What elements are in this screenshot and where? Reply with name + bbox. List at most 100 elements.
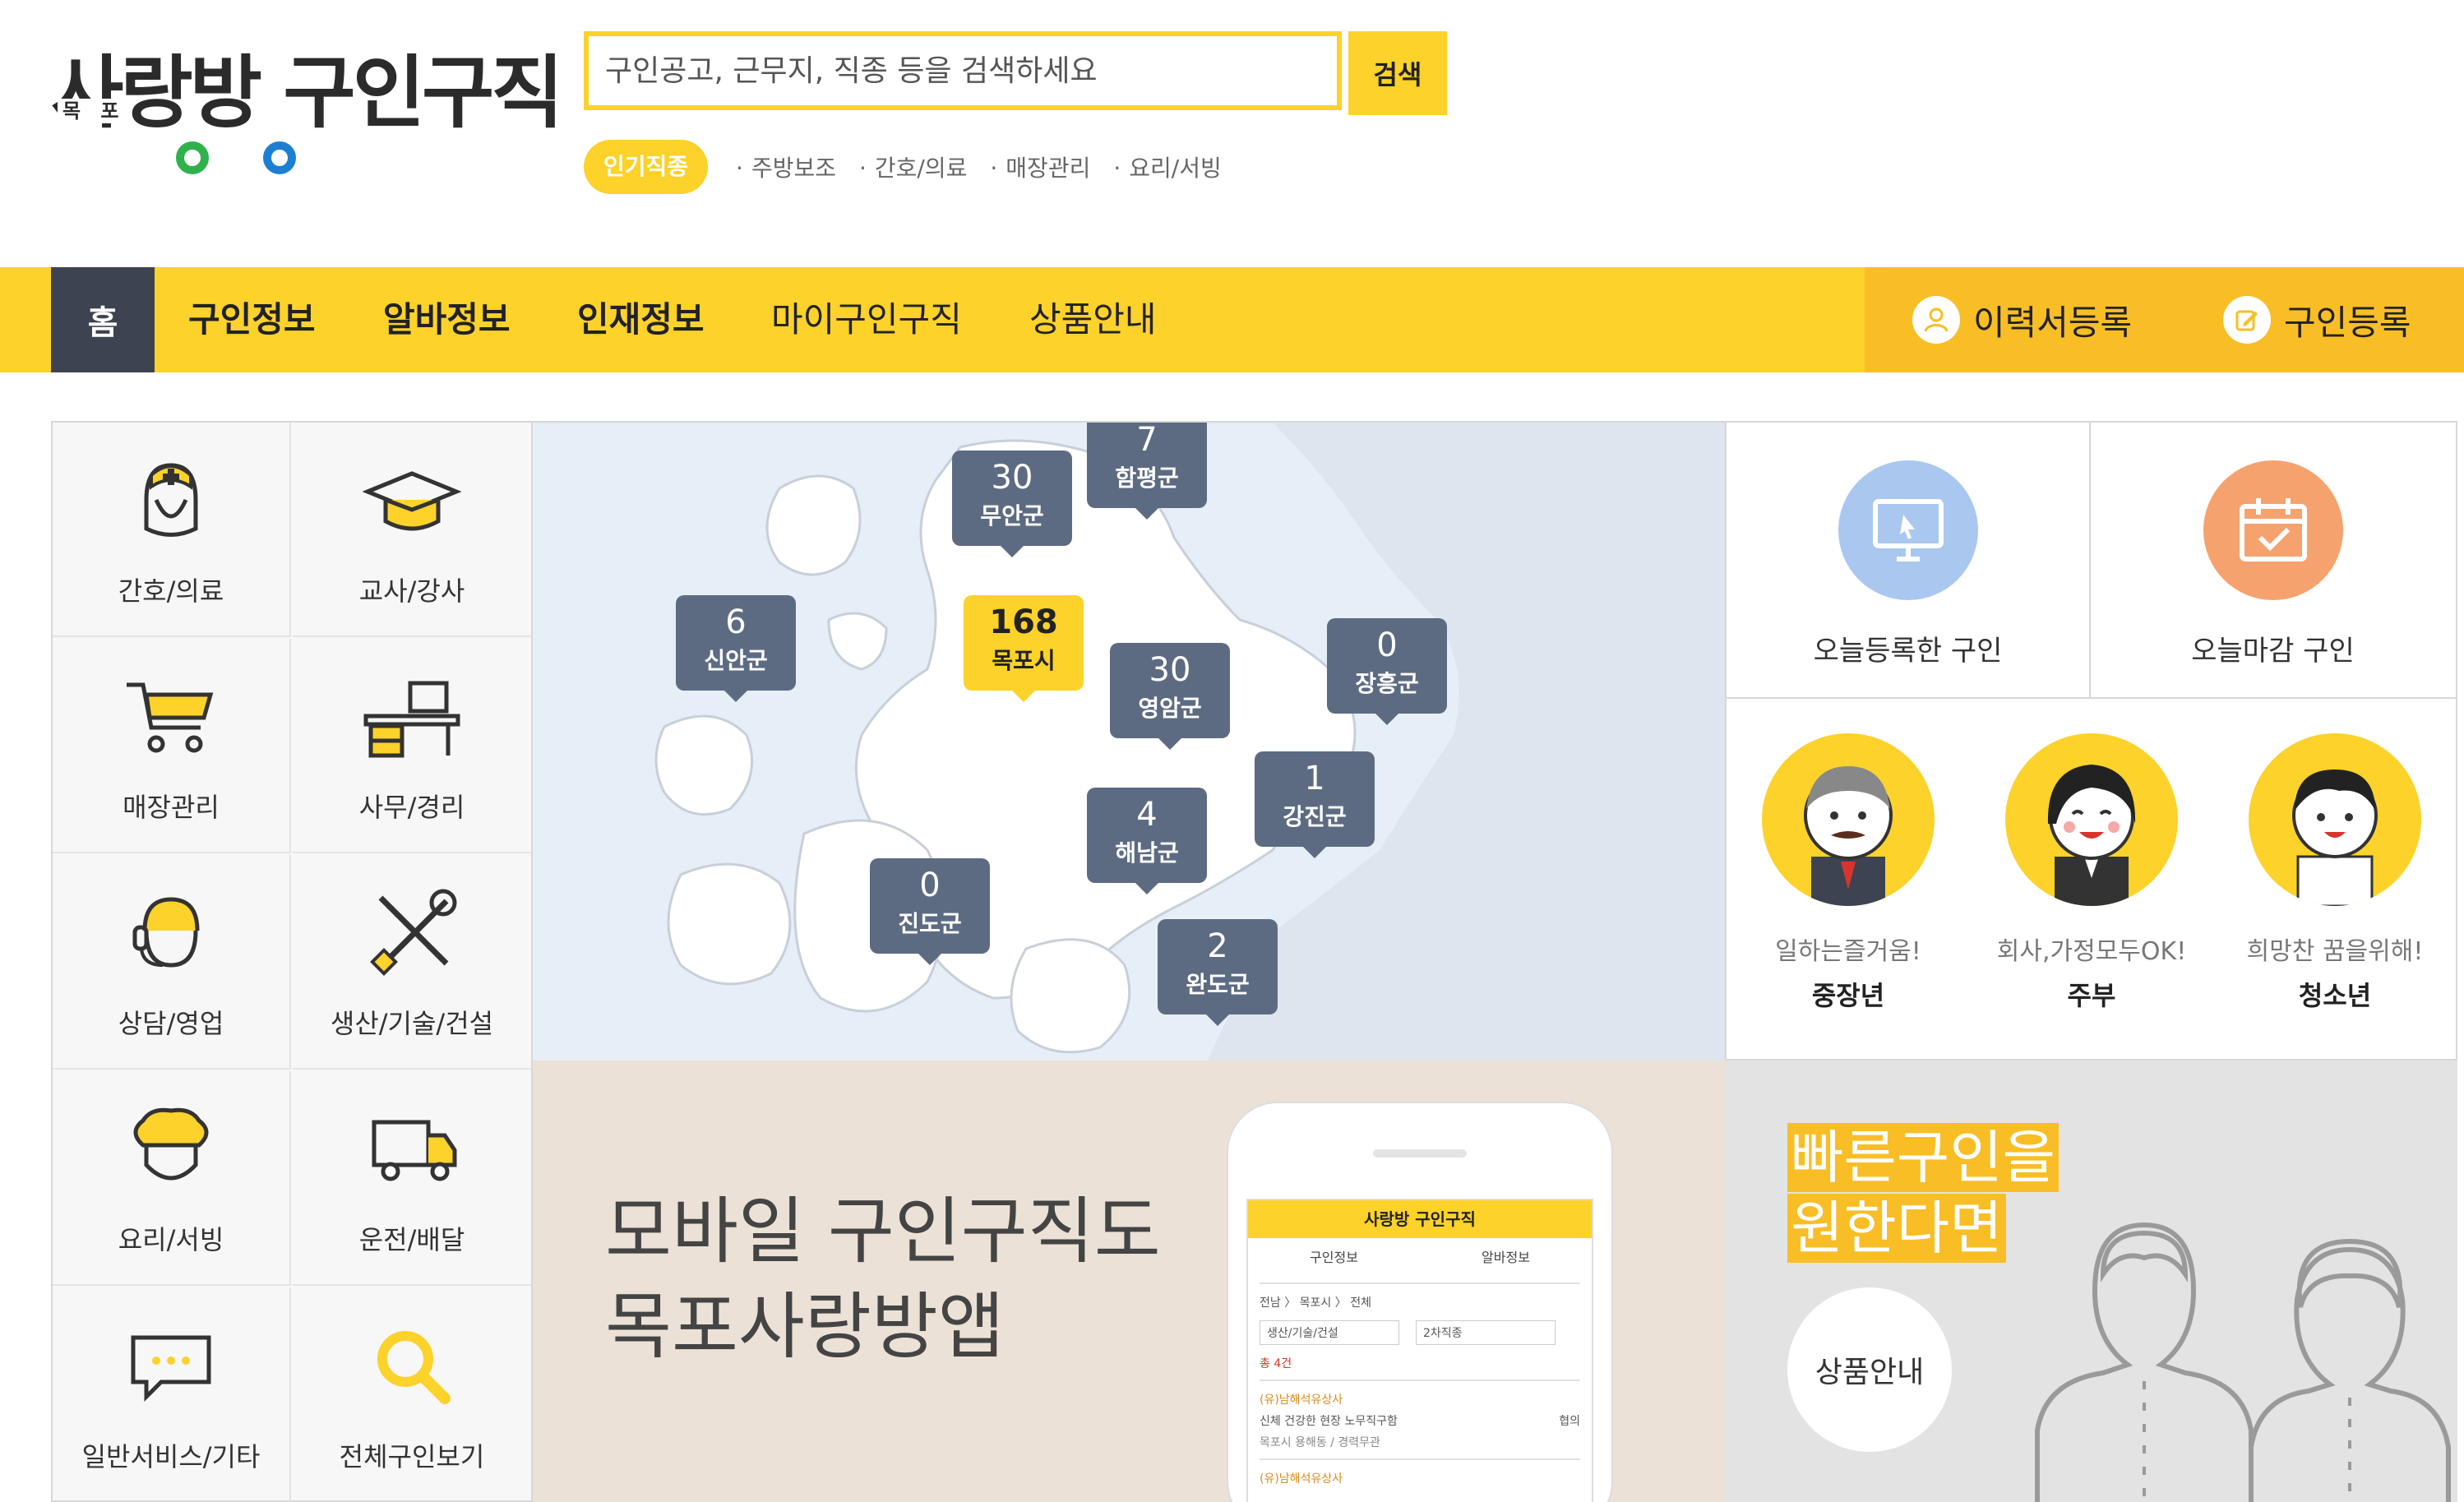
category-label: 일반서비스/기타 (81, 1440, 261, 1472)
region-name: 해남군 (1115, 839, 1179, 867)
site-logo[interactable]: 사랑방 구인구직 목 포 (51, 48, 564, 174)
register-job-button[interactable]: 구인등록 (2223, 267, 2411, 372)
category-label: 간호/의료 (118, 575, 224, 607)
popular-job-link[interactable]: 간호/의료 (859, 150, 967, 183)
region-name: 영암군 (1138, 695, 1202, 722)
persona-homemaker[interactable]: 회사,가정모두OK! 주부 (1970, 733, 2213, 1013)
phone-tab: 알바정보 (1482, 1250, 1530, 1265)
region-count: 168 (989, 603, 1058, 641)
person-icon (1912, 296, 1960, 344)
persona-tag: 희망찬 꿈을위해! (2246, 937, 2424, 966)
region-pin-jindo[interactable]: 0 진도군 (870, 858, 990, 965)
app-banner-line2: 목포사랑방앱 (605, 1284, 1005, 1369)
region-pin-sinan[interactable]: 6 신안군 (676, 595, 796, 702)
phone-app-title: 사랑방 구인구직 (1248, 1200, 1592, 1238)
search-input[interactable] (605, 36, 1337, 105)
popular-job-link[interactable]: 매장관리 (990, 150, 1090, 183)
quick-panel: 오늘등록한 구인 오늘마감 구인 일하는즐거움! 중장년 회사,가정모두OK! … (1725, 421, 2457, 1061)
office-desk-icon (363, 681, 460, 757)
region-count: 30 (1149, 651, 1191, 689)
category-delivery[interactable]: 운전/배달 (293, 1071, 531, 1286)
main-nav: 홈 구인정보 알바정보 인재정보 마이구인구직 상품안내 이력서등록 구인등록 (0, 267, 2464, 372)
senior-avatar (1762, 733, 1935, 906)
popular-job-link[interactable]: 요리/서빙 (1113, 150, 1221, 183)
nav-item-part-time[interactable]: 알바정보 (383, 267, 511, 372)
persona-tag: 회사,가정모두OK! (1996, 937, 2187, 966)
logo-dot-green (176, 141, 209, 174)
region-pin-jangheung[interactable]: 0 장흥군 (1327, 618, 1447, 725)
category-label: 전체구인보기 (339, 1440, 485, 1472)
category-office[interactable]: 사무/경리 (293, 639, 531, 853)
popular-jobs: 인기직종 주방보조 간호/의료 매장관리 요리/서빙 (584, 140, 1245, 194)
region-pin-hampyeong[interactable]: 7 함평군 (1087, 421, 1207, 520)
category-construction[interactable]: 생산/기술/건설 (293, 855, 531, 1070)
region-count: 4 (1136, 796, 1158, 834)
phone-post: 신체 건강한 현장 노무직구함 협의 (1248, 1407, 1592, 1429)
phone-post-title: 신체 건강한 현장 노무직구함 (1260, 1415, 1398, 1428)
homemaker-avatar (2005, 733, 2178, 906)
category-label: 생산/기술/건설 (330, 1007, 494, 1039)
youth-avatar (2249, 733, 2421, 906)
region-pin-yeongam[interactable]: 30 영암군 (1110, 643, 1230, 750)
category-label: 매장관리 (123, 791, 220, 823)
category-store[interactable]: 매장관리 (53, 639, 291, 853)
region-pin-muan[interactable]: 30 무안군 (952, 451, 1072, 557)
persona-senior[interactable]: 일하는즐거움! 중장년 (1727, 733, 1970, 1013)
region-pin-mokpo[interactable]: 168 목포시 (964, 595, 1084, 702)
product-info-button[interactable]: 상품안내 (1787, 1287, 1952, 1452)
fast-hire-banner: 빠른구인을 원한다면 상품안내 (1725, 1061, 2457, 1502)
logo-dot-blue (263, 141, 296, 174)
phone-filter: 2차직종 (1416, 1320, 1556, 1345)
region-name: 함평군 (1115, 464, 1179, 492)
persona-title: 주부 (2067, 980, 2116, 1011)
region-pin-gangjin[interactable]: 1 강진군 (1255, 751, 1375, 858)
region-name: 강진군 (1283, 803, 1347, 830)
persona-title: 중장년 (1811, 980, 1885, 1011)
phone-screen: 사랑방 구인구직 구인정보 알바정보 전남 〉 목포시 〉 전체 생산/기술/건… (1246, 1199, 1593, 1502)
nav-home[interactable]: 홈 (51, 267, 155, 372)
register-resume-button[interactable]: 이력서등록 (1912, 267, 2132, 372)
phone-filter: 생산/기술/건설 (1260, 1320, 1399, 1345)
region-pin-haenam[interactable]: 4 해남군 (1087, 788, 1207, 894)
phone-company: (유)남해석유상사 (1260, 1472, 1343, 1486)
category-nursing[interactable]: 간호/의료 (53, 423, 291, 637)
category-cooking[interactable]: 요리/서빙 (53, 1071, 291, 1286)
persona-youth[interactable]: 희망찬 꿈을위해! 청소년 (2213, 733, 2457, 1013)
calendar-icon (2203, 460, 2343, 600)
search-button[interactable]: 검색 (1348, 31, 1447, 115)
persona-tag: 일하는즐거움! (1775, 937, 1921, 966)
category-teacher[interactable]: 교사/강사 (293, 423, 531, 637)
phone-tabs: 구인정보 알바정보 (1248, 1238, 1592, 1266)
logo-subtitle: 목 포 (58, 99, 131, 123)
hire-banner-line2: 원한다면 (1787, 1194, 2006, 1263)
today-registered-label: 오늘등록한 구인 (1813, 635, 2003, 668)
logo-text: 사랑방 구인구직 (51, 47, 564, 139)
register-resume-label: 이력서등록 (1973, 302, 2133, 343)
nav-item-talent[interactable]: 인재정보 (577, 267, 705, 372)
category-label: 요리/서빙 (118, 1223, 224, 1255)
region-pin-wando[interactable]: 2 완도군 (1158, 919, 1278, 1026)
nav-item-job-openings[interactable]: 구인정보 (188, 267, 316, 372)
today-registered-link[interactable]: 오늘등록한 구인 (1727, 423, 2091, 699)
region-count: 0 (919, 867, 941, 904)
category-sales[interactable]: 상담/영업 (53, 855, 291, 1070)
region-count: 7 (1136, 421, 1158, 459)
popular-job-link[interactable]: 주방보조 (736, 150, 836, 183)
category-label: 사무/경리 (358, 791, 465, 823)
phone-tab: 구인정보 (1310, 1250, 1358, 1265)
category-all[interactable]: 전체구인보기 (293, 1287, 531, 1502)
graduation-cap-icon (363, 470, 461, 530)
app-banner-text: 모바일 구인구직도 목포사랑방앱 (605, 1184, 1161, 1375)
nav-item-my-page[interactable]: 마이구인구직 (771, 267, 962, 372)
today-closing-link[interactable]: 오늘마감 구인 (2091, 423, 2455, 699)
phone-post-meta: 목포시 용해동 / 경력무관 (1260, 1436, 1380, 1449)
phone-count: 총 4건 (1260, 1357, 1292, 1370)
tools-icon (370, 889, 457, 976)
popular-jobs-badge: 인기직종 (584, 140, 709, 194)
region-name: 무안군 (980, 502, 1044, 529)
search-box (584, 31, 1342, 110)
category-service[interactable]: 일반서비스/기타 (53, 1287, 291, 1502)
nav-item-products[interactable]: 상품안내 (1029, 267, 1157, 372)
mobile-app-banner[interactable]: 모바일 구인구직도 목포사랑방앱 사랑방 구인구직 구인정보 알바정보 전남 〉… (533, 1061, 1725, 1502)
nav-quick-actions: 이력서등록 구인등록 (1865, 267, 2464, 372)
